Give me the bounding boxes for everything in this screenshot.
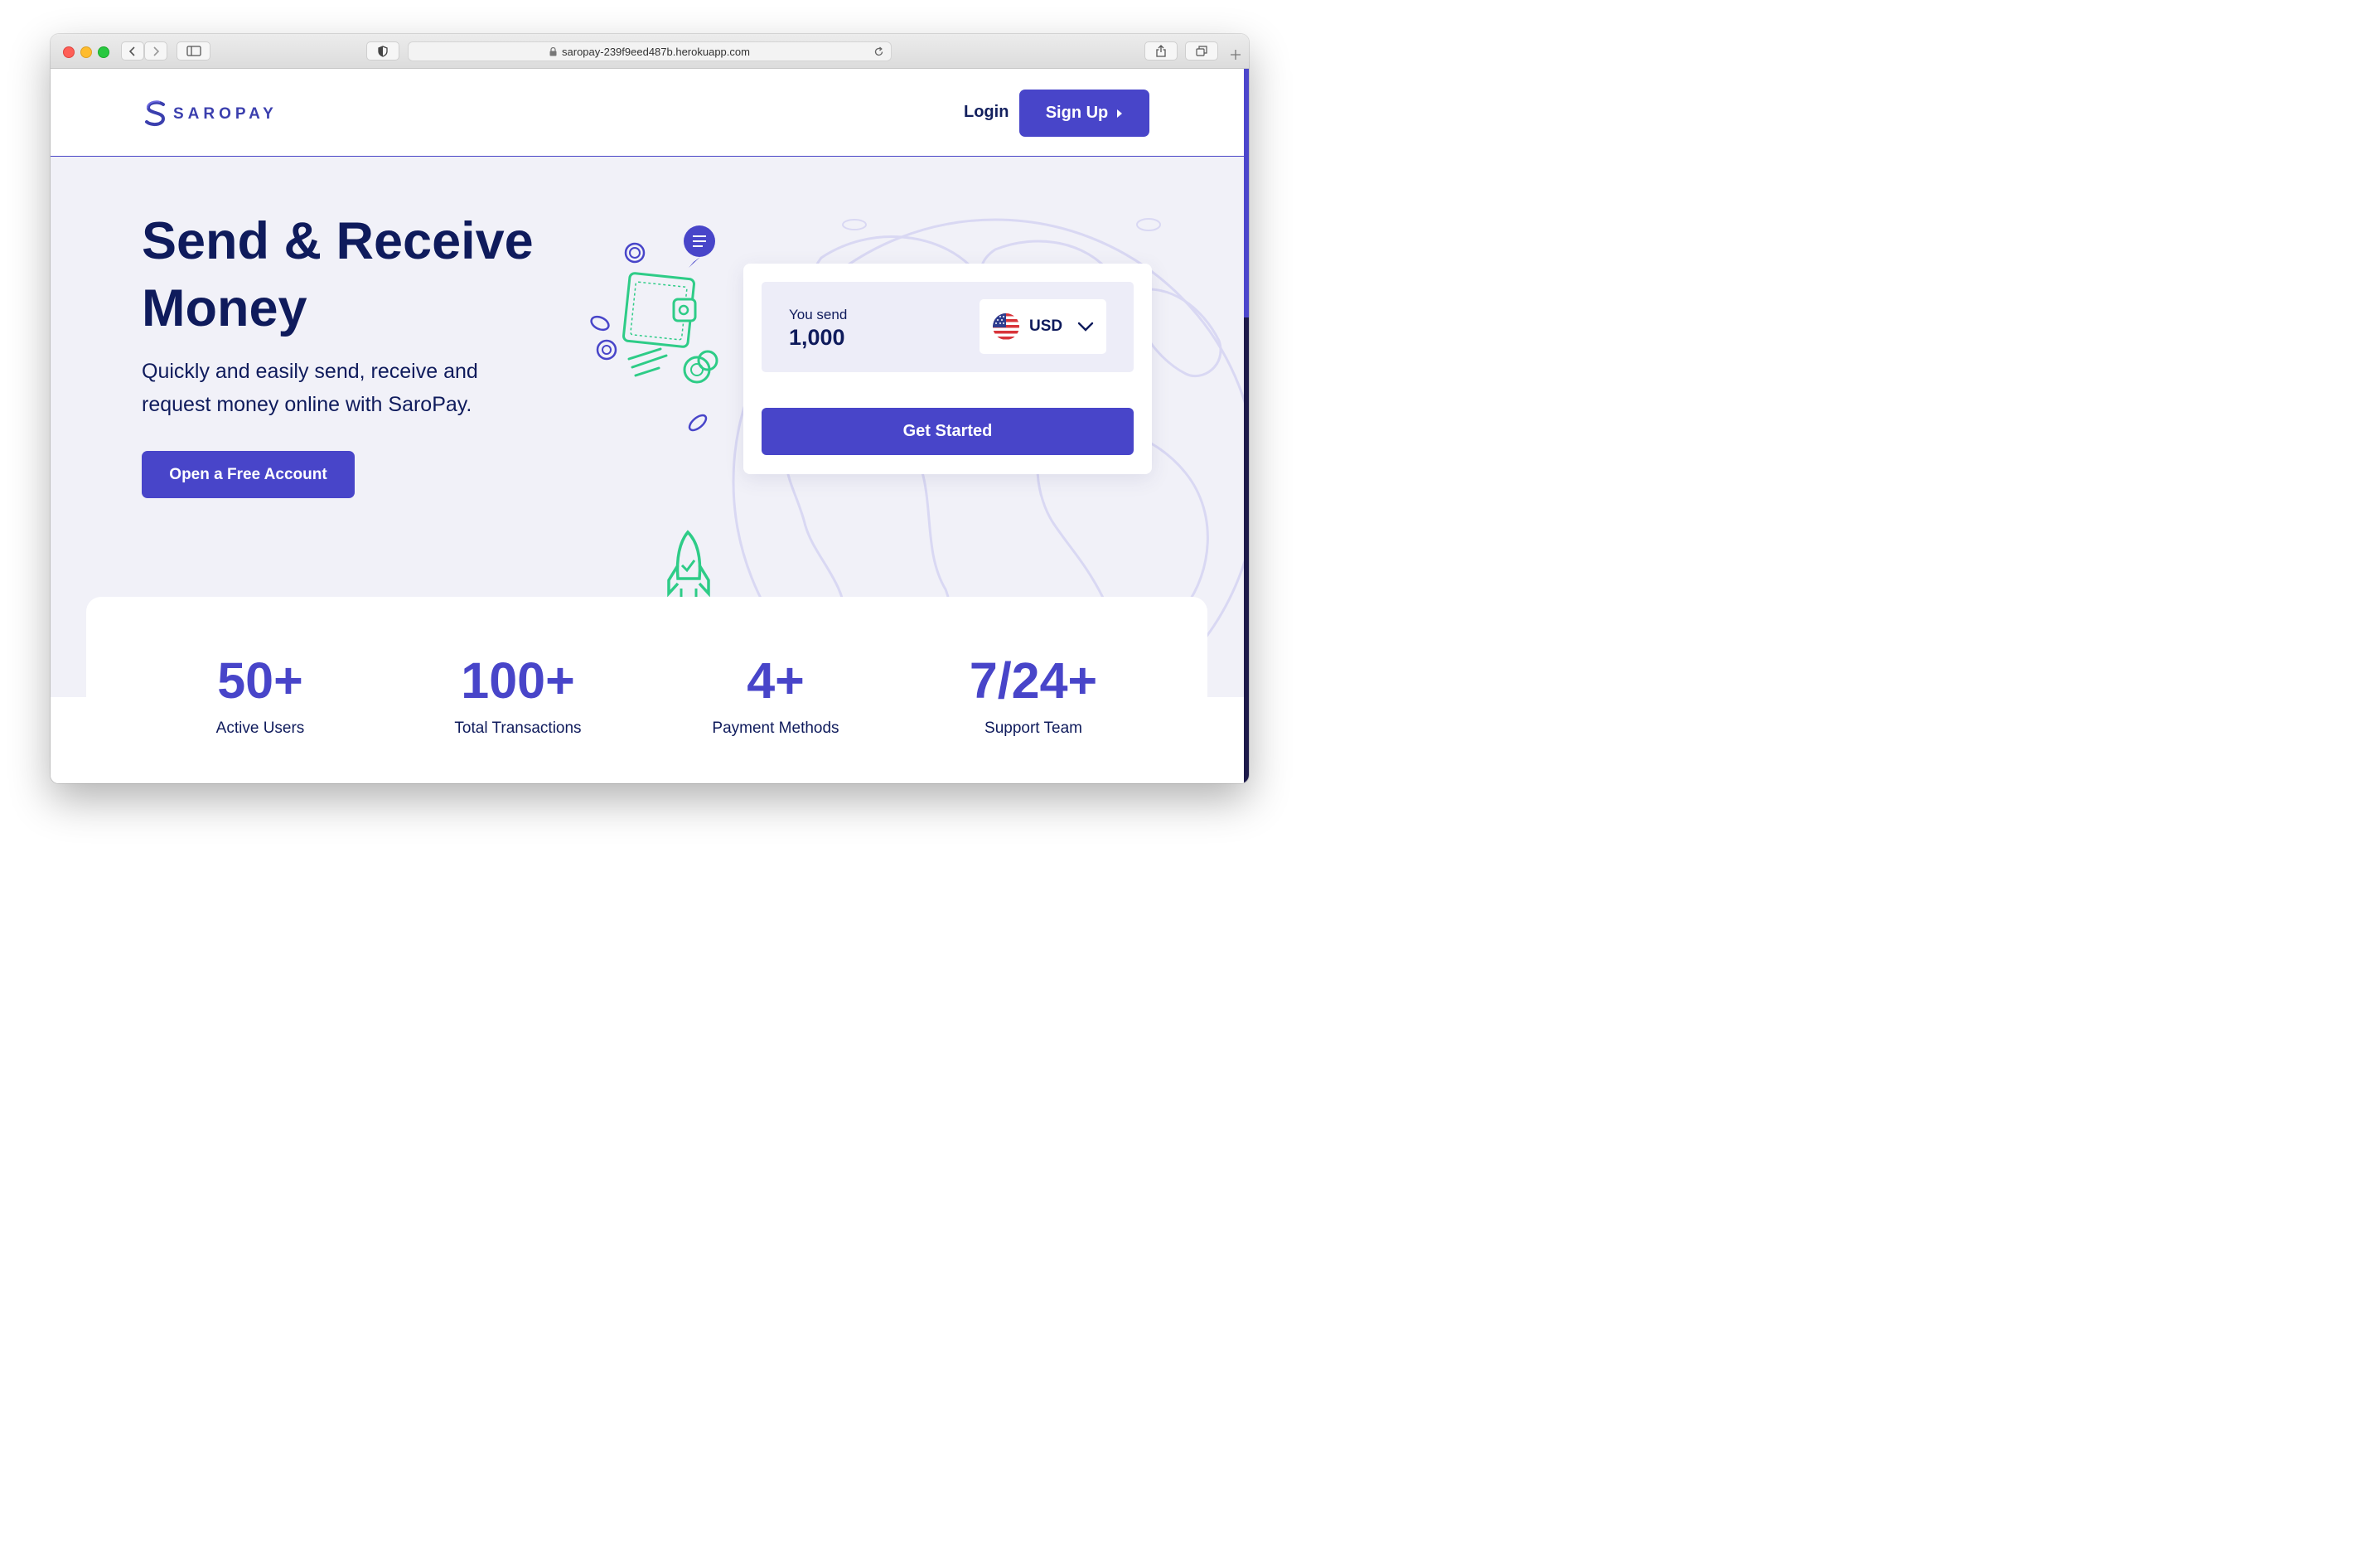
currency-code: USD: [1029, 317, 1063, 335]
get-started-button[interactable]: Get Started: [762, 408, 1134, 455]
stat-value: 4+: [747, 652, 805, 709]
url-text: saropay-239f9eed487b.herokuapp.com: [562, 45, 750, 58]
stat-label: Support Team: [984, 719, 1082, 737]
share-button[interactable]: [1144, 41, 1178, 61]
sign-up-label: Sign Up: [1045, 104, 1109, 122]
forward-icon: [153, 46, 160, 56]
send-amount-field[interactable]: You send 1,000 USD: [762, 282, 1134, 372]
hero-title: Send & Receive Money: [142, 212, 534, 337]
hero-subtitle: Quickly and easily send, receive and req…: [142, 360, 478, 416]
sidebar-icon: [186, 46, 201, 56]
stat-payment-methods: 4+ Payment Methods: [651, 652, 900, 738]
web-page: SAROPAY Login Sign Up Send & Receive Mon…: [51, 69, 1244, 783]
stat-support-team: 7/24+ Support Team: [909, 652, 1158, 738]
stat-value: 50+: [217, 652, 303, 709]
rocket-illustration: [667, 530, 710, 598]
send-money-card: You send 1,000 USD Get Started: [743, 264, 1152, 474]
forward-button[interactable]: [144, 41, 167, 61]
zoom-window-button[interactable]: [98, 46, 109, 58]
login-link[interactable]: Login: [964, 103, 1009, 122]
stat-value: 7/24+: [969, 652, 1098, 709]
site-header: SAROPAY Login Sign Up: [51, 69, 1244, 157]
sidebar-toggle-button[interactable]: [177, 41, 210, 61]
tabs-icon: [1196, 46, 1207, 56]
sign-up-button[interactable]: Sign Up: [1019, 90, 1149, 137]
saropay-s-logo-icon: [145, 100, 166, 127]
share-icon: [1156, 45, 1166, 57]
caret-right-icon: [1117, 109, 1123, 118]
back-icon: [128, 46, 135, 56]
new-tab-icon: [1231, 50, 1241, 60]
minimize-window-button[interactable]: [80, 46, 92, 58]
reload-icon[interactable]: [873, 46, 884, 57]
browser-window: saropay-239f9eed487b.herokuapp.com SAROP…: [51, 34, 1249, 783]
currency-select[interactable]: USD: [980, 299, 1106, 354]
new-tab-button[interactable]: [1227, 44, 1244, 65]
scrollbar-thumb[interactable]: [1244, 69, 1249, 317]
stat-label: Payment Methods: [712, 719, 839, 737]
chevron-down-icon: [1077, 322, 1094, 332]
stat-total-transactions: 100+ Total Transactions: [394, 652, 642, 738]
stat-label: Active Users: [215, 719, 305, 737]
us-flag-icon: [993, 313, 1019, 340]
browser-toolbar: saropay-239f9eed487b.herokuapp.com: [51, 34, 1249, 69]
you-send-label: You send: [789, 307, 848, 322]
stat-label: Total Transactions: [454, 719, 582, 737]
stat-value: 100+: [461, 652, 575, 709]
saropay-logo[interactable]: SAROPAY: [143, 100, 278, 128]
lock-icon: [549, 46, 557, 56]
tab-overview-button[interactable]: [1185, 41, 1218, 61]
back-button[interactable]: [121, 41, 144, 61]
address-bar[interactable]: saropay-239f9eed487b.herokuapp.com: [408, 41, 892, 61]
open-free-account-button[interactable]: Open a Free Account: [142, 451, 355, 498]
close-window-button[interactable]: [63, 46, 75, 58]
logo-wordmark: SAROPAY: [173, 105, 278, 123]
stats-panel: 50+ Active Users 100+ Total Transactions…: [86, 597, 1207, 783]
stat-active-users: 50+ Active Users: [136, 652, 385, 738]
page-scrollbar[interactable]: [1244, 69, 1249, 783]
privacy-report-button[interactable]: [366, 41, 399, 61]
send-amount-value[interactable]: 1,000: [789, 325, 845, 351]
shield-icon: [378, 45, 388, 57]
